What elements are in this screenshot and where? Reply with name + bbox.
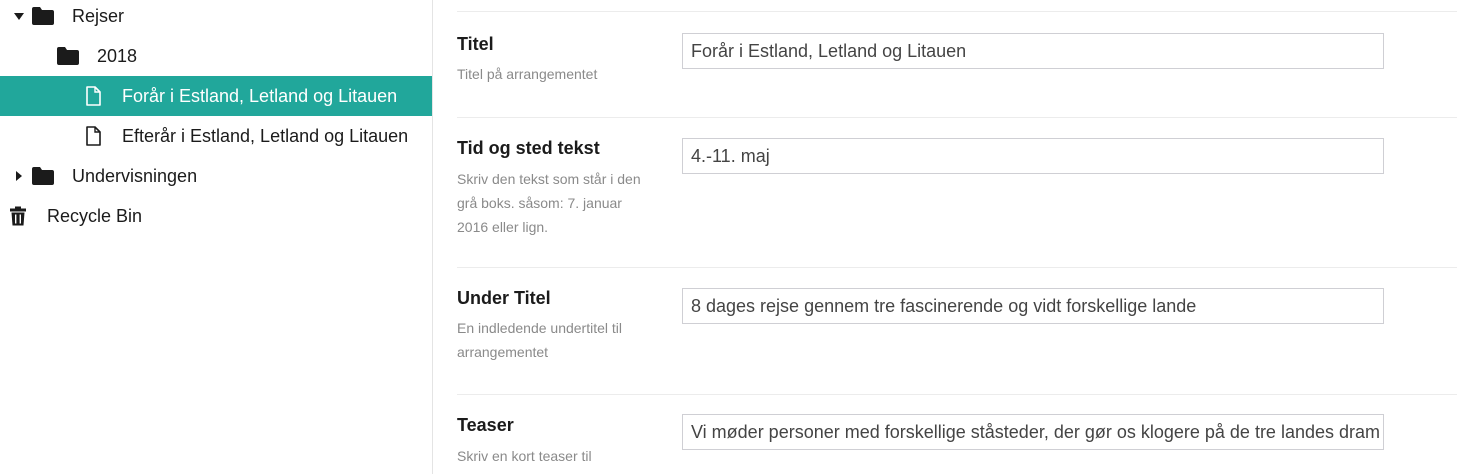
section-divider bbox=[457, 267, 1457, 268]
folder-icon bbox=[32, 7, 54, 25]
tree-item-rejser[interactable]: Rejser bbox=[0, 0, 432, 36]
field-description-teaser: Skriv en kort teaser til bbox=[457, 448, 592, 464]
tree-item-label: Rejser bbox=[72, 5, 125, 26]
content-editor: Titel Titel på arrangementet Forår i Est… bbox=[433, 0, 1457, 474]
field-description-under-titel: En indledende undertitel til arrangement… bbox=[457, 320, 623, 360]
document-icon bbox=[86, 126, 101, 146]
section-divider bbox=[457, 11, 1457, 12]
titel-input[interactable]: Forår i Estland, Letland og Litauen bbox=[682, 33, 1384, 69]
tree-item-2018[interactable]: 2018 bbox=[0, 36, 432, 76]
tree-item-label: Undervisningen bbox=[72, 165, 198, 186]
field-description-titel: Titel på arrangementet bbox=[457, 66, 598, 82]
document-icon bbox=[86, 86, 101, 106]
tree-item-label: Recycle Bin bbox=[47, 205, 143, 226]
field-label-teaser: Teaser bbox=[457, 415, 514, 435]
teaser-input[interactable]: Vi møder personer med forskellige ståste… bbox=[682, 414, 1384, 450]
content-tree: Rejser 2018 Forår i Estland, Letland og … bbox=[0, 0, 432, 474]
tree-item-label: Efterår i Estland, Letland og Litauen bbox=[122, 125, 409, 146]
field-label-under-titel: Under Titel bbox=[457, 288, 551, 308]
field-label-tid-og-sted: Tid og sted tekst bbox=[457, 138, 600, 158]
tree-item-foraar[interactable]: Forår i Estland, Letland og Litauen bbox=[0, 76, 432, 116]
tree-item-efteraar[interactable]: Efterår i Estland, Letland og Litauen bbox=[0, 116, 432, 156]
tree-item-label: Forår i Estland, Letland og Litauen bbox=[122, 85, 398, 106]
tree-item-label: 2018 bbox=[97, 45, 138, 66]
folder-icon bbox=[32, 167, 54, 185]
folder-icon bbox=[57, 47, 79, 65]
tid-og-sted-input[interactable]: 4.-11. maj bbox=[682, 138, 1384, 174]
tree-item-undervisningen[interactable]: Undervisningen bbox=[0, 156, 432, 196]
field-label-titel: Titel bbox=[457, 34, 494, 54]
caret-right-icon[interactable] bbox=[16, 171, 22, 181]
tree-item-recycle-bin[interactable]: Recycle Bin bbox=[0, 196, 432, 236]
caret-down-icon[interactable] bbox=[14, 13, 24, 20]
field-description-tid-og-sted: Skriv den tekst som står i den grå boks.… bbox=[457, 171, 641, 235]
trash-icon bbox=[10, 206, 26, 226]
under-titel-input[interactable]: 8 dages rejse gennem tre fascinerende og… bbox=[682, 288, 1384, 324]
section-divider bbox=[457, 117, 1457, 118]
section-divider bbox=[457, 394, 1457, 395]
